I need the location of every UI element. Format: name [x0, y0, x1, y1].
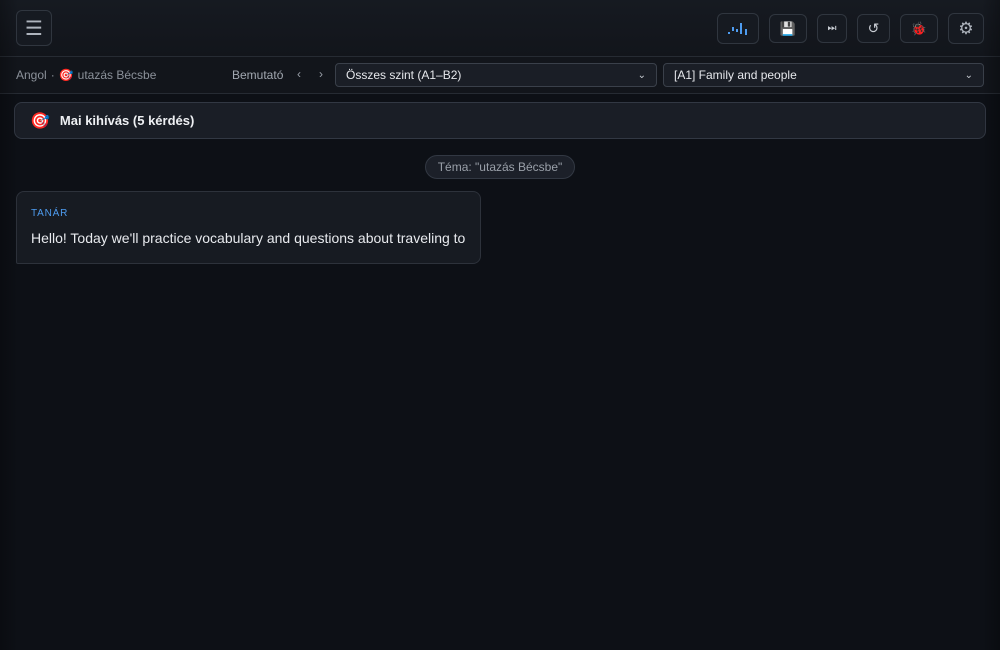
chat-message-teacher: TANÁR Hello! Today we'll practice vocabu…: [16, 191, 481, 264]
skip-button[interactable]: ⏭: [817, 14, 847, 43]
target-icon: 🎯: [30, 112, 50, 130]
daily-challenge-label: Mai kihívás (5 kérdés): [59, 113, 195, 128]
topic-pill-text: Téma: "utazás Bécsbe": [437, 160, 563, 174]
reset-icon: ↺: [867, 20, 880, 36]
right-edge-shade: [982, 0, 1000, 650]
bug-report-button[interactable]: 🐞: [900, 14, 938, 43]
audio-button[interactable]: [717, 13, 759, 44]
skip-forward-icon: ⏭: [827, 23, 837, 34]
message-role: TANÁR: [31, 208, 69, 219]
topic-pill: Téma: "utazás Bécsbe": [425, 155, 575, 179]
top-toolbar: ☰ 💾 ⏭ ↺ 🐞 ⚙: [0, 0, 1000, 57]
reset-button[interactable]: ↺: [857, 14, 890, 43]
next-arrow-button[interactable]: ›: [314, 66, 328, 82]
sub-toolbar: Angol · 🎯 utazás Bécsbe Bemutató ‹ › Öss…: [0, 57, 1000, 94]
menu-button[interactable]: ☰: [16, 10, 52, 46]
topic-select[interactable]: [A1] Family and people ⌄: [663, 63, 984, 87]
left-edge-shade: [0, 0, 18, 650]
breadcrumb-language: Angol: [16, 68, 47, 82]
demo-label: Bemutató: [232, 68, 284, 82]
breadcrumb-topic: utazás Bécsbe: [77, 68, 157, 82]
daily-challenge-button[interactable]: 🎯 Mai kihívás (5 kérdés): [14, 102, 986, 139]
breadcrumb-separator: ·: [50, 68, 55, 82]
chevron-down-icon: ⌄: [964, 69, 973, 81]
chevron-down-icon: ⌄: [637, 69, 646, 81]
audio-wave-icon: [728, 22, 747, 35]
save-button[interactable]: 💾: [769, 14, 807, 43]
gear-icon: ⚙: [958, 18, 974, 38]
topic-select-value: [A1] Family and people: [674, 68, 797, 82]
hamburger-menu-icon: ☰: [25, 17, 43, 40]
level-select-value: Összes szint (A1–B2): [346, 68, 462, 82]
level-select[interactable]: Összes szint (A1–B2) ⌄: [335, 63, 657, 87]
settings-button[interactable]: ⚙: [948, 13, 984, 44]
target-icon: 🎯: [58, 68, 74, 82]
breadcrumb: Angol · 🎯 utazás Bécsbe: [16, 68, 156, 82]
message-text: Hello! Today we'll practice vocabulary a…: [31, 230, 466, 246]
prev-arrow-button[interactable]: ‹: [292, 66, 306, 82]
floppy-disk-icon: 💾: [779, 20, 797, 36]
bug-icon: 🐞: [910, 20, 928, 36]
